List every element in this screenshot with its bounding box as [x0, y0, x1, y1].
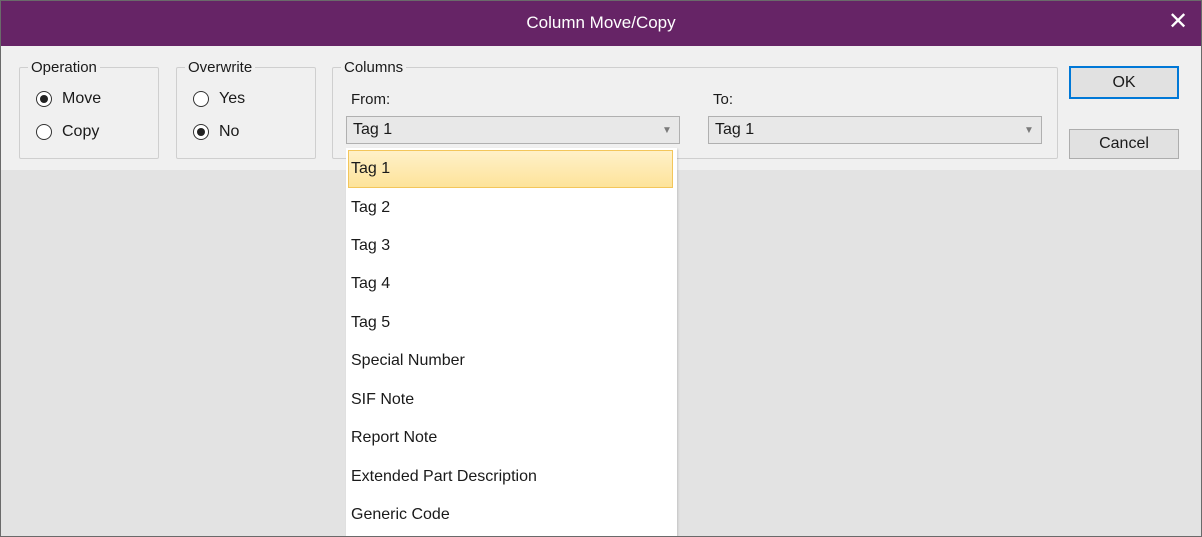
- overwrite-no-label: No: [219, 123, 240, 140]
- dropdown-item-extended-part-description[interactable]: Extended Part Description: [348, 458, 673, 496]
- columns-legend: Columns: [344, 59, 404, 76]
- dropdown-item-tag-2[interactable]: Tag 2: [348, 189, 673, 227]
- dropdown-item-special-number[interactable]: Special Number: [348, 342, 673, 380]
- dropdown-item-tag-4[interactable]: Tag 4: [348, 265, 673, 303]
- title-bar[interactable]: Column Move/Copy ✕: [1, 1, 1201, 46]
- operation-move-radio[interactable]: Move: [36, 90, 101, 108]
- dropdown-item-tag-1[interactable]: Tag 1: [348, 150, 673, 188]
- from-combobox[interactable]: Tag 1 ▼: [346, 116, 680, 144]
- ok-button[interactable]: OK: [1069, 66, 1179, 99]
- dropdown-item-tag-5[interactable]: Tag 5: [348, 304, 673, 342]
- cancel-button[interactable]: Cancel: [1069, 129, 1179, 159]
- radio-checked-icon: [193, 124, 209, 140]
- operation-move-label: Move: [62, 90, 102, 107]
- window-title: Column Move/Copy: [526, 13, 676, 32]
- columns-group: Columns: [332, 59, 1058, 159]
- dialog-window: Column Move/Copy ✕ Operation Move Copy O…: [0, 0, 1202, 537]
- overwrite-group: Overwrite: [176, 59, 316, 159]
- dropdown-item-generic-code[interactable]: Generic Code: [348, 496, 673, 534]
- operation-legend: Operation: [31, 59, 97, 76]
- dropdown-item-sif-note[interactable]: SIF Note: [348, 381, 673, 419]
- to-label: To:: [713, 91, 734, 108]
- from-label: From:: [351, 91, 391, 108]
- overwrite-no-radio[interactable]: No: [193, 123, 239, 141]
- dropdown-item-report-note[interactable]: Report Note: [348, 419, 673, 457]
- from-dropdown-list[interactable]: Tag 1 Tag 2 Tag 3 Tag 4 Tag 5 Special Nu…: [346, 148, 677, 536]
- close-icon[interactable]: ✕: [1163, 7, 1193, 37]
- overwrite-yes-label: Yes: [219, 90, 246, 107]
- radio-checked-icon: [36, 91, 52, 107]
- dropdown-item-tag-3[interactable]: Tag 3: [348, 227, 673, 265]
- radio-unchecked-icon: [36, 124, 52, 140]
- operation-copy-radio[interactable]: Copy: [36, 123, 99, 141]
- from-combobox-value: Tag 1: [353, 121, 393, 138]
- radio-unchecked-icon: [193, 91, 209, 107]
- operation-copy-label: Copy: [62, 123, 100, 140]
- chevron-down-icon[interactable]: ▼: [655, 125, 679, 136]
- overwrite-yes-radio[interactable]: Yes: [193, 90, 245, 108]
- to-combobox[interactable]: Tag 1 ▼: [708, 116, 1042, 144]
- chevron-down-icon[interactable]: ▼: [1017, 125, 1041, 136]
- operation-group: Operation: [19, 59, 159, 159]
- to-combobox-value: Tag 1: [715, 121, 755, 138]
- overwrite-legend: Overwrite: [188, 59, 253, 76]
